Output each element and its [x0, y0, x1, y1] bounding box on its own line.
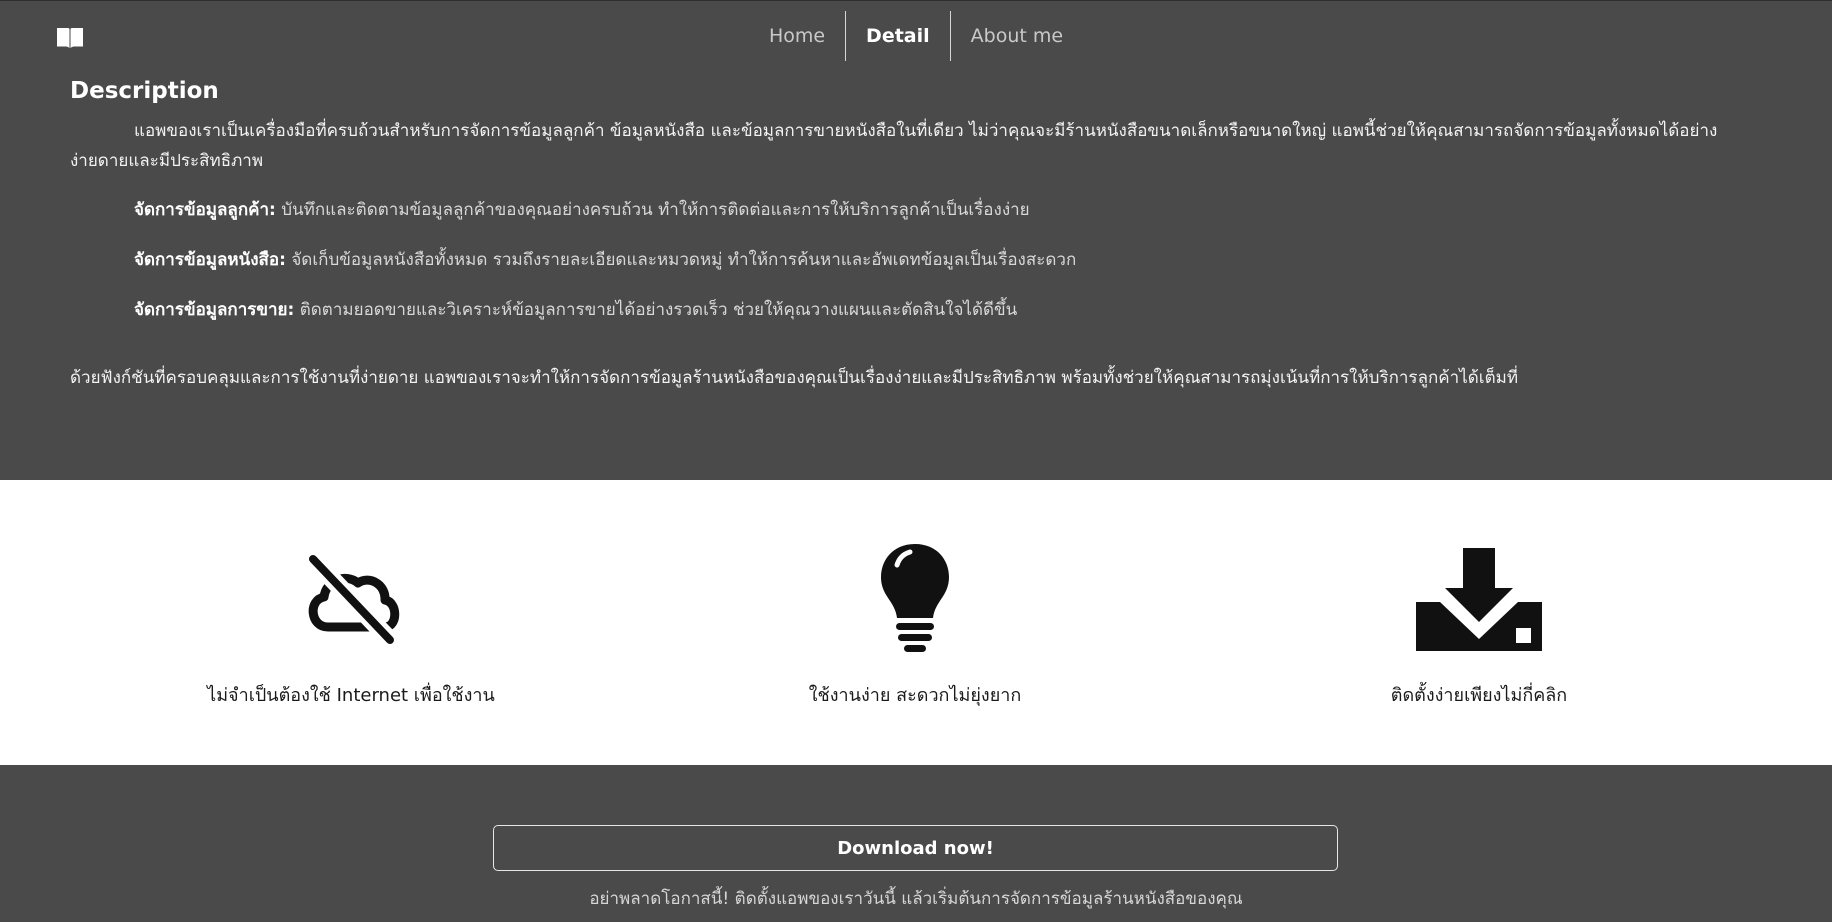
- cloud-off-icon: [306, 552, 400, 647]
- benefit-caption: ไม่จำเป็นต้องใช้ Internet เพื่อใช้งาน: [207, 685, 495, 706]
- download-now-button[interactable]: Download now!: [493, 825, 1338, 871]
- download-icon: [1416, 548, 1542, 651]
- feature-text: ติดตามยอดขายและวิเคราะห์ข้อมูลการขายได้อ…: [294, 300, 1018, 320]
- benefit-caption: ติดตั้งง่ายเพียงไม่กี่คลิก: [1390, 685, 1568, 706]
- main-nav: Home Detail About me: [0, 11, 1832, 61]
- nav-home[interactable]: Home: [749, 11, 845, 61]
- footer-tagline: อย่าพลาดโอกาสนี้! ติดตั้งแอพของเราวันนี้…: [589, 889, 1243, 909]
- description-section: Description แอพของเราเป็นเครื่องมือที่คร…: [70, 78, 1770, 393]
- feature-books: จัดการข้อมูลหนังสือ: จัดเก็บข้อมูลหนังสื…: [134, 245, 1770, 275]
- feature-label: จัดการข้อมูลลูกค้า:: [134, 200, 276, 220]
- navbar: Home Detail About me: [0, 0, 1832, 72]
- benefits-section: ไม่จำเป็นต้องใช้ Internet เพื่อใช้งาน ใช…: [0, 480, 1832, 765]
- feature-sales: จัดการข้อมูลการขาย: ติดตามยอดขายและวิเคร…: [134, 295, 1770, 325]
- feature-label: จัดการข้อมูลการขาย:: [134, 300, 295, 320]
- feature-customers: จัดการข้อมูลลูกค้า: บันทึกและติดตามข้อมู…: [134, 195, 1770, 225]
- description-intro: แอพของเราเป็นเครื่องมือที่ครบถ้วนสำหรับก…: [70, 121, 1718, 171]
- feature-text: จัดเก็บข้อมูลหนังสือทั้งหมด รวมถึงรายละเ…: [285, 250, 1077, 270]
- nav-detail[interactable]: Detail: [846, 11, 950, 61]
- description-outro: ด้วยฟังก์ชันที่ครอบคลุมและการใช้งานที่ง่…: [70, 368, 1519, 388]
- nav-about-me[interactable]: About me: [951, 11, 1083, 61]
- feature-label: จัดการข้อมูลหนังสือ:: [134, 250, 286, 270]
- feature-text: บันทึกและติดตามข้อมูลลูกค้าของคุณอย่างคร…: [275, 200, 1030, 220]
- description-title: Description: [70, 78, 219, 104]
- benefit-install: ติดตั้งง่ายเพียงไม่กี่คลิก: [1269, 540, 1689, 709]
- lightbulb-icon: [881, 544, 949, 652]
- benefit-easy: ใช้งานง่าย สะดวกไม่ยุ่งยาก: [705, 540, 1125, 709]
- benefit-offline: ไม่จำเป็นต้องใช้ Internet เพื่อใช้งาน: [141, 540, 561, 709]
- benefit-caption: ใช้งานง่าย สะดวกไม่ยุ่งยาก: [808, 685, 1022, 706]
